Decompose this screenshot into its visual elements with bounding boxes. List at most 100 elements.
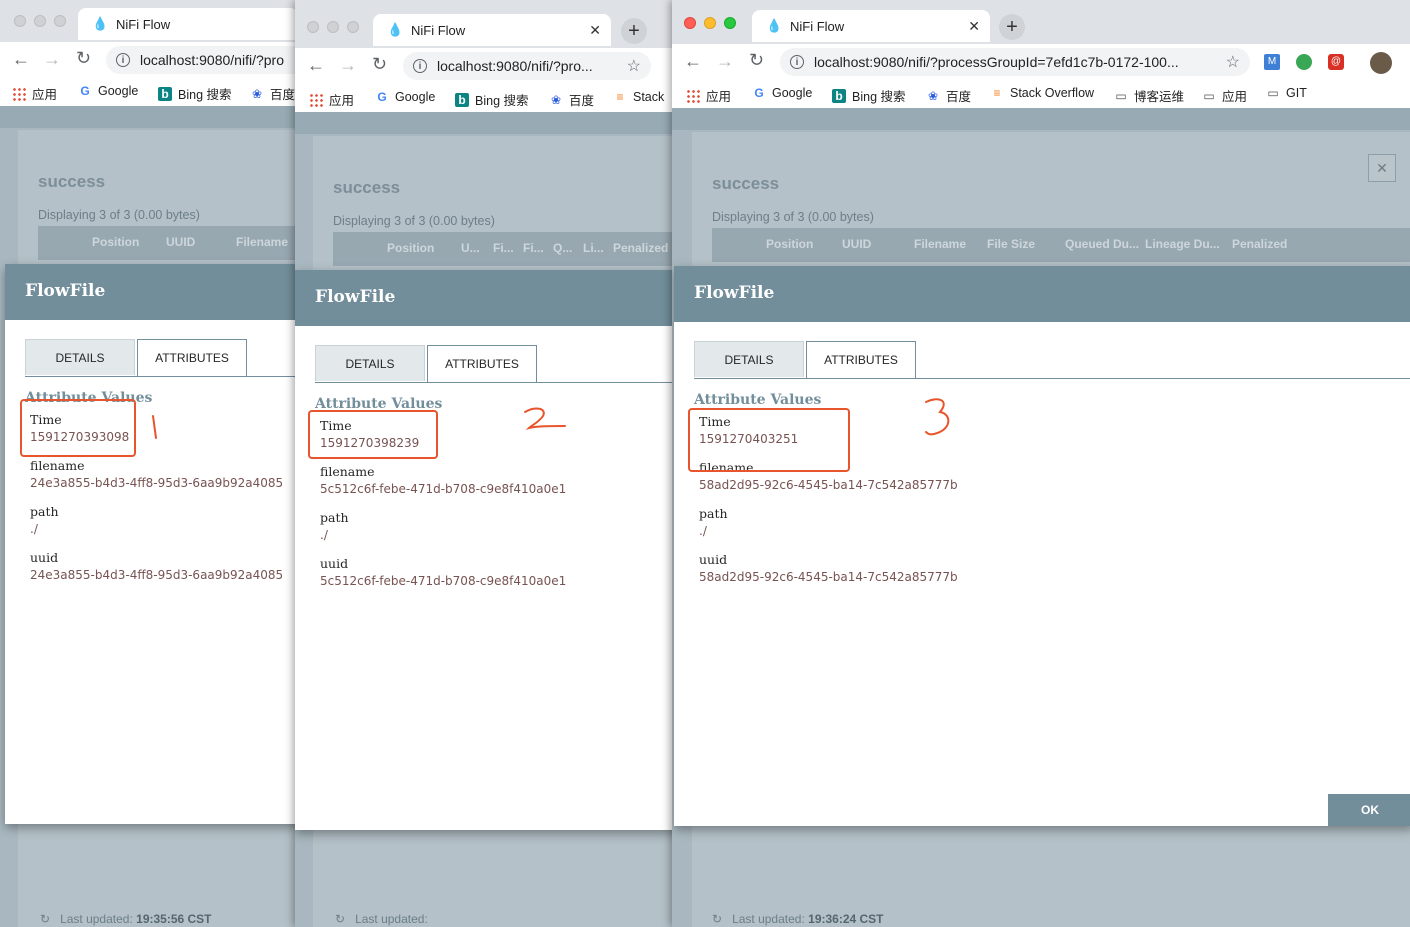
status-footer: ↻ Last updated:: [335, 912, 428, 926]
bookmarks-bar: 应用 G Google b Bing 搜索 ❀ 百度 ≡ Stack: [295, 84, 672, 112]
tab-attributes[interactable]: ATTRIBUTES: [806, 341, 916, 378]
address-bar[interactable]: i localhost:9080/nifi/?pro... ☆: [403, 52, 651, 80]
column-header[interactable]: Li...: [583, 241, 604, 255]
browser-window-1: 💧 NiFi Flow ← → ↻ i localhost:9080/nifi/…: [0, 0, 295, 927]
column-header[interactable]: U...: [461, 241, 480, 255]
apps-grid-icon: [309, 92, 323, 107]
bookmark-google[interactable]: G Google: [375, 90, 435, 104]
bookmark-baidu[interactable]: ❀ 百度: [250, 84, 295, 103]
column-header[interactable]: Filename: [236, 235, 288, 249]
column-header[interactable]: Position: [92, 235, 139, 249]
close-window-button[interactable]: [684, 17, 696, 29]
bookmark-star-icon[interactable]: ☆: [1226, 52, 1240, 72]
column-header[interactable]: Penalized: [1232, 237, 1287, 251]
column-header[interactable]: Position: [766, 237, 813, 251]
attribute-value: 24e3a855-b4d3-4ff8-95d3-6aa9b92a4085: [30, 476, 284, 490]
bookmark-stackoverflow[interactable]: ≡ Stack Overflow: [990, 86, 1094, 100]
close-window-button[interactable]: [307, 21, 319, 33]
forward-icon[interactable]: →: [43, 49, 61, 70]
minimize-window-button[interactable]: [327, 21, 339, 33]
column-header[interactable]: Penalized: [613, 241, 668, 255]
zoom-window-button[interactable]: [347, 21, 359, 33]
zoom-window-button[interactable]: [54, 15, 66, 27]
bookmark-google[interactable]: G Google: [78, 84, 138, 98]
annotation-number: [925, 398, 950, 436]
dialog-title: FlowFile: [315, 287, 396, 307]
browser-tab[interactable]: 💧 NiFi Flow ✕: [373, 14, 611, 46]
dialog-tabs: DETAILS ATTRIBUTES: [25, 339, 295, 377]
column-header[interactable]: Fi...: [523, 241, 544, 255]
tab-attributes[interactable]: ATTRIBUTES: [427, 345, 537, 382]
column-header[interactable]: Queued Du...: [1065, 237, 1139, 251]
forward-icon[interactable]: →: [716, 51, 734, 72]
browser-tab[interactable]: 💧 NiFi Flow: [78, 8, 295, 40]
close-icon[interactable]: ✕: [1368, 154, 1396, 182]
google-icon: G: [377, 90, 387, 104]
reload-icon[interactable]: ↻: [372, 54, 387, 75]
bookmark-apps[interactable]: 应用: [686, 86, 731, 105]
tab-strip: 💧 NiFi Flow: [0, 0, 295, 42]
column-header[interactable]: Filename: [914, 237, 966, 251]
bookmark-bing[interactable]: b Bing 搜索: [455, 90, 529, 109]
dialog-title: FlowFile: [25, 281, 106, 301]
bookmark-bing[interactable]: b Bing 搜索: [832, 86, 906, 105]
forward-icon[interactable]: →: [339, 55, 357, 76]
tab-details[interactable]: DETAILS: [315, 345, 425, 381]
site-info-icon[interactable]: i: [790, 55, 804, 69]
extension-m-icon[interactable]: M: [1264, 54, 1280, 70]
bookmark-folder-git[interactable]: ▭ GIT: [1266, 86, 1307, 100]
refresh-icon[interactable]: ↻: [40, 912, 50, 926]
bookmark-apps[interactable]: 应用: [12, 84, 57, 103]
column-header[interactable]: UUID: [166, 235, 195, 249]
new-tab-button[interactable]: +: [621, 18, 647, 44]
attribute-path: path ./: [699, 506, 728, 538]
bookmark-stackoverflow[interactable]: ≡ Stack: [613, 90, 664, 104]
zoom-window-button[interactable]: [724, 17, 736, 29]
column-header[interactable]: File Size: [987, 237, 1035, 251]
bookmark-apps[interactable]: 应用: [309, 90, 354, 109]
column-header[interactable]: Lineage Du...: [1145, 237, 1220, 251]
bookmark-star-icon[interactable]: ☆: [627, 56, 641, 76]
refresh-icon[interactable]: ↻: [712, 912, 722, 926]
bookmark-baidu[interactable]: ❀ 百度: [926, 86, 971, 105]
bookmark-folder-apps[interactable]: ▭ 应用: [1202, 86, 1247, 105]
bing-icon: b: [158, 86, 172, 101]
bookmarks-bar: 应用 G Google b Bing 搜索 ❀ 百度 ≡ Stack Overflow …: [672, 80, 1410, 108]
address-bar[interactable]: i localhost:9080/nifi/?pro: [106, 46, 295, 74]
reload-icon[interactable]: ↻: [749, 50, 764, 71]
close-tab-icon[interactable]: ✕: [968, 18, 980, 35]
column-header[interactable]: Fi...: [493, 241, 514, 255]
close-window-button[interactable]: [14, 15, 26, 27]
flowfile-dialog: FlowFile DETAILS ATTRIBUTES Attribute Va…: [674, 266, 1410, 826]
back-icon[interactable]: ←: [12, 49, 30, 70]
extension-globe-icon[interactable]: [1296, 54, 1312, 70]
minimize-window-button[interactable]: [34, 15, 46, 27]
bookmark-google[interactable]: G Google: [752, 86, 812, 100]
bookmark-bing[interactable]: b Bing 搜索: [158, 84, 232, 103]
minimize-window-button[interactable]: [704, 17, 716, 29]
attribute-uuid: uuid 5c512c6f-febe-471d-b708-c9e8f410a0e1: [320, 556, 567, 588]
column-header[interactable]: UUID: [842, 237, 871, 251]
address-bar[interactable]: i localhost:9080/nifi/?processGroupId=7e…: [780, 48, 1250, 76]
nifi-toolbar: [672, 108, 1410, 130]
reload-icon[interactable]: ↻: [76, 48, 91, 69]
back-icon[interactable]: ←: [307, 55, 325, 76]
extension-red-icon[interactable]: @: [1328, 54, 1344, 70]
refresh-icon[interactable]: ↻: [335, 912, 345, 926]
site-info-icon[interactable]: i: [413, 59, 427, 73]
column-header[interactable]: Q...: [553, 241, 572, 255]
browser-tab[interactable]: 💧 NiFi Flow ✕: [752, 10, 990, 42]
back-icon[interactable]: ←: [684, 51, 702, 72]
column-header[interactable]: Position: [387, 241, 434, 255]
close-tab-icon[interactable]: ✕: [589, 22, 601, 39]
bookmark-folder-blog[interactable]: ▭ 博客运维: [1114, 86, 1184, 105]
new-tab-button[interactable]: +: [999, 14, 1025, 40]
tab-details[interactable]: DETAILS: [694, 341, 804, 377]
ok-button[interactable]: OK: [1328, 794, 1410, 826]
tab-details[interactable]: DETAILS: [25, 339, 135, 375]
profile-avatar[interactable]: [1370, 52, 1392, 74]
site-info-icon[interactable]: i: [116, 53, 130, 67]
folder-icon: ▭: [1115, 88, 1127, 103]
bookmark-baidu[interactable]: ❀ 百度: [549, 90, 594, 109]
tab-attributes[interactable]: ATTRIBUTES: [137, 339, 247, 376]
